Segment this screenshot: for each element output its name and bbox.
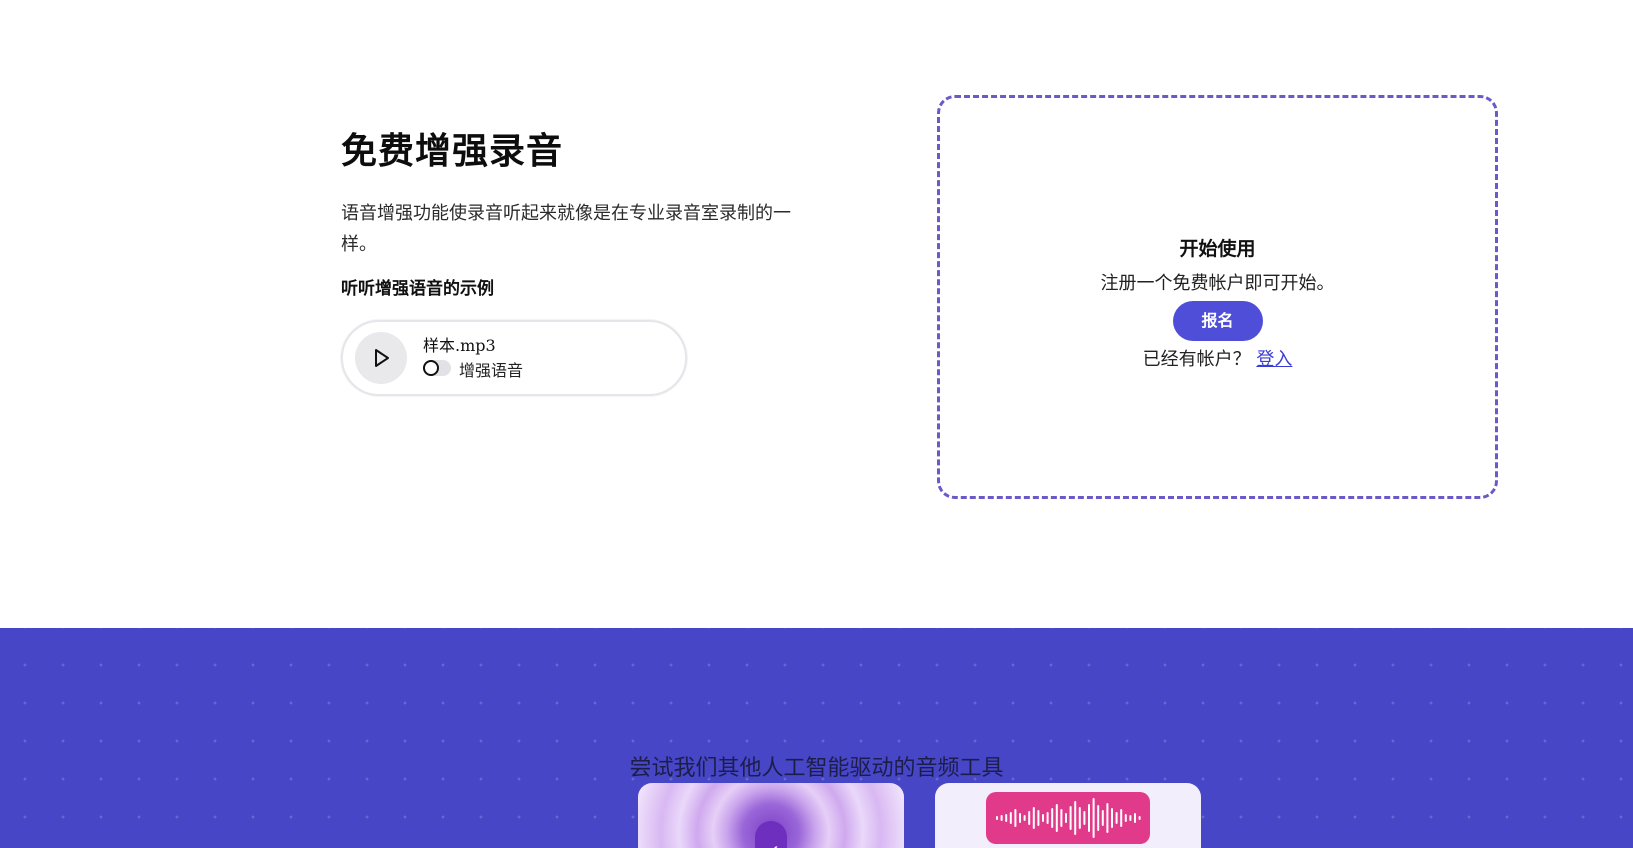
login-link[interactable]: 登入 (1256, 349, 1292, 370)
waveform-bar (1092, 798, 1095, 838)
audio-file-name: 样本.mp3 (423, 336, 496, 355)
waveform-bar (1065, 813, 1067, 823)
waveform-icon (986, 792, 1150, 844)
page-title: 免费增强录音 (341, 131, 564, 172)
signup-subtitle: 注册一个免费帐户即可开始。 (1100, 273, 1335, 294)
waveform-bar (1115, 812, 1118, 824)
play-button[interactable] (355, 332, 407, 384)
hero-description: 语音增强功能使录音听起来就像是在专业录音室录制的一样。 (341, 203, 791, 255)
login-line: 已经有帐户？ 登入 (940, 345, 1495, 371)
signup-card: 开始使用 注册一个免费帐户即可开始。 报名 已经有帐户？ 登入 (937, 95, 1498, 499)
play-icon (375, 349, 389, 367)
waveform-bars (996, 798, 1141, 838)
waveform-bar (1101, 810, 1104, 826)
sample-heading: 听听增强语音的示例 (341, 279, 494, 299)
waveform-bar (1138, 816, 1141, 820)
waveform-bar (1000, 815, 1003, 821)
waveform-bar (1129, 815, 1132, 821)
hero-section: 免费增强录音 语音增强功能使录音听起来就像是在专业录音室录制的一样。 听听增强语… (341, 128, 811, 396)
voice-tool-card[interactable]: ✓ (638, 783, 904, 848)
signup-button[interactable]: 报名 (1172, 301, 1263, 341)
waveform-bar (1078, 807, 1081, 829)
checkmark-icon: ✓ (764, 840, 781, 848)
waveform-tool-card[interactable] (935, 783, 1201, 848)
waveform-bar (1023, 815, 1026, 821)
waveform-bar (1009, 812, 1012, 824)
waveform-bar (1060, 809, 1063, 827)
waveform-bar (1134, 813, 1136, 823)
waveform-bar (1069, 806, 1072, 830)
signup-title: 开始使用 (1179, 238, 1256, 260)
tools-heading: 尝试我们其他人工智能驱动的音频工具 (629, 756, 1004, 781)
ai-tools-section: 尝试我们其他人工智能驱动的音频工具 ✓ (0, 628, 1633, 848)
waveform-bar (1097, 805, 1100, 831)
login-prompt: 已经有帐户？ (1142, 349, 1251, 370)
waveform-bar (1019, 813, 1021, 823)
waveform-bar (1083, 811, 1086, 825)
waveform-bar (1088, 804, 1090, 832)
waveform-bar (1028, 811, 1031, 825)
waveform-bar (1042, 814, 1044, 822)
waveform-bar (1111, 808, 1113, 828)
waveform-bar (1074, 801, 1077, 835)
enhance-voice-toggle[interactable] (423, 360, 451, 376)
waveform-bar (1120, 809, 1123, 827)
waveform-bar (1055, 804, 1058, 832)
waveform-bar (1124, 814, 1127, 822)
waveform-bar (1046, 812, 1049, 824)
waveform-bar (1037, 810, 1040, 826)
audio-sample-player: 样本.mp3 增强语音 (341, 320, 687, 396)
enhance-voice-label: 增强语音 (459, 361, 524, 380)
waveform-bar (1051, 808, 1054, 828)
waveform-bar (1005, 814, 1008, 822)
waveform-bar (1106, 803, 1109, 833)
waveform-bar (1014, 809, 1017, 827)
waveform-bar (996, 816, 998, 820)
waveform-bar (1032, 807, 1035, 829)
toggle-knob (423, 360, 439, 376)
